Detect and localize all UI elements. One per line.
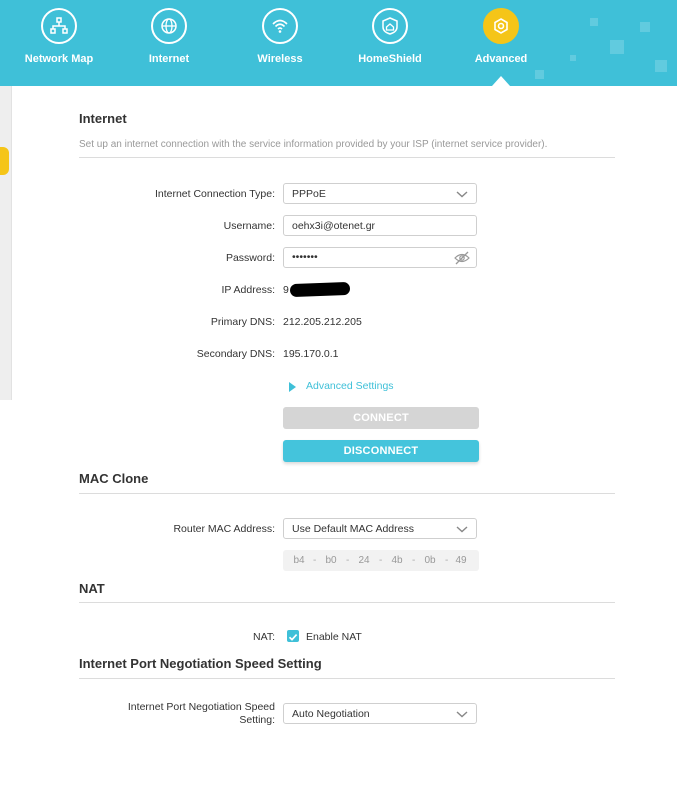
port-speed-value: Auto Negotiation <box>292 708 370 720</box>
nav-internet[interactable]: Internet <box>114 0 224 86</box>
nav-label: HomeShield <box>358 53 422 65</box>
router-mac-select[interactable]: Use Default MAC Address <box>283 518 477 539</box>
disconnect-button[interactable]: DISCONNECT <box>283 440 479 462</box>
nav-label: Network Map <box>24 53 94 65</box>
globe-icon <box>151 8 187 44</box>
nav-network-map[interactable]: Network Map <box>4 0 114 86</box>
mac-separator: - <box>346 555 350 566</box>
mac-octet: 24 <box>358 555 370 566</box>
port-speed-label-line2: Setting: <box>239 714 275 726</box>
eye-off-icon[interactable] <box>454 251 470 265</box>
divider <box>79 602 615 603</box>
caret-right-icon <box>289 382 296 392</box>
section-title-internet: Internet <box>79 111 127 126</box>
decoration <box>655 60 667 72</box>
mac-separator: - <box>379 555 383 566</box>
mac-address-field: b4 - b0 - 24 - 4b - 0b - 49 <box>283 550 479 571</box>
connect-button[interactable]: CONNECT <box>283 407 479 429</box>
ip-address-label: IP Address: <box>221 284 275 296</box>
chevron-down-icon <box>456 191 468 198</box>
decoration <box>610 40 624 54</box>
section-title-port-speed: Internet Port Negotiation Speed Setting <box>79 656 322 671</box>
nav-wireless[interactable]: Wireless <box>225 0 335 86</box>
primary-dns-value: 212.205.212.205 <box>283 316 362 328</box>
connection-type-select[interactable]: PPPoE <box>283 183 477 204</box>
mac-octet: b4 <box>293 555 305 566</box>
section-title-nat: NAT <box>79 581 105 596</box>
mac-octet: 4b <box>391 555 403 566</box>
username-input[interactable]: oehx3i@otenet.gr <box>283 215 477 236</box>
checkmark-icon <box>288 634 298 641</box>
connection-type-label: Internet Connection Type: <box>154 188 275 200</box>
password-label: Password: <box>225 252 275 264</box>
decoration <box>590 18 598 26</box>
nav-label: Advanced <box>474 53 528 65</box>
username-value: oehx3i@otenet.gr <box>292 220 376 232</box>
divider <box>79 493 615 494</box>
port-speed-select[interactable]: Auto Negotiation <box>283 703 477 724</box>
mac-octet: 49 <box>455 555 467 566</box>
chevron-down-icon <box>456 711 468 718</box>
section-title-mac-clone: MAC Clone <box>79 471 149 486</box>
sidebar[interactable] <box>0 86 12 400</box>
secondary-dns-label: Secondary DNS: <box>196 348 275 360</box>
nav-advanced[interactable]: Advanced <box>446 0 556 86</box>
mac-separator: - <box>412 555 416 566</box>
password-input[interactable]: ••••••• <box>283 247 477 268</box>
divider <box>79 678 615 679</box>
password-value: ••••••• <box>292 251 318 263</box>
wifi-icon <box>262 8 298 44</box>
ip-address-value: 9 <box>283 284 289 296</box>
top-navigation-bar: Network Map Internet Wireless HomeShield… <box>0 0 677 86</box>
home-shield-icon <box>372 8 408 44</box>
active-nav-indicator <box>492 76 510 86</box>
primary-dns-label: Primary DNS: <box>210 316 275 328</box>
redaction-mark <box>289 281 351 298</box>
nav-label: Wireless <box>257 53 303 65</box>
gear-icon <box>483 8 519 44</box>
router-mac-value: Use Default MAC Address <box>292 523 414 535</box>
enable-nat-checkbox[interactable] <box>287 630 299 642</box>
nav-homeshield[interactable]: HomeShield <box>335 0 445 86</box>
mac-octet: b0 <box>325 555 337 566</box>
decoration <box>640 22 650 32</box>
nav-label: Internet <box>148 53 190 65</box>
mac-separator: - <box>445 555 449 566</box>
chevron-down-icon <box>456 526 468 533</box>
network-map-icon <box>41 8 77 44</box>
port-speed-label-line1: Internet Port Negotiation Speed <box>127 701 275 713</box>
username-label: Username: <box>223 220 275 232</box>
mac-separator: - <box>313 555 317 566</box>
router-mac-label: Router MAC Address: <box>173 523 275 535</box>
sidebar-active-marker <box>0 147 9 175</box>
secondary-dns-value: 195.170.0.1 <box>283 348 339 360</box>
section-description: Set up an internet connection with the s… <box>79 139 548 150</box>
decoration <box>570 55 576 61</box>
nat-label: NAT: <box>253 631 275 643</box>
mac-octet: 0b <box>424 555 436 566</box>
connection-type-value: PPPoE <box>292 188 326 200</box>
advanced-settings-link: Advanced Settings <box>306 380 394 392</box>
divider <box>79 157 615 158</box>
enable-nat-label[interactable]: Enable NAT <box>306 631 362 643</box>
